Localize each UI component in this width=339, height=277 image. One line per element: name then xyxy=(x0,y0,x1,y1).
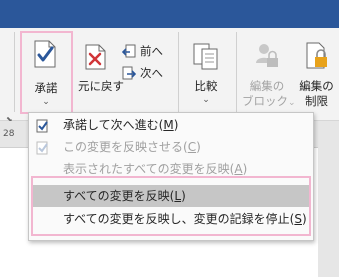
next-change-button[interactable]: 次へ xyxy=(120,66,168,84)
ruler-mark: 28 xyxy=(3,129,15,139)
block-authors-button: 編集の ブロック⌄ xyxy=(242,33,296,113)
title-bar xyxy=(0,0,339,28)
reject-button[interactable]: 元に戻す xyxy=(78,33,124,113)
restrict-editing-button[interactable]: 編集の 制限 xyxy=(294,33,339,113)
document-margin xyxy=(318,121,339,277)
compare-button[interactable]: 比較 ⌄ xyxy=(186,33,226,113)
group-separator xyxy=(178,32,179,112)
block-authors-icon xyxy=(254,41,280,71)
reject-icon xyxy=(84,43,108,71)
previous-change-button[interactable]: 前へ xyxy=(120,44,168,62)
reject-label: 元に戻す xyxy=(78,79,124,93)
compare-icon xyxy=(193,43,219,71)
accept-next-icon xyxy=(36,118,50,133)
group-separator xyxy=(14,32,15,112)
menu-item-accept-and-move-next[interactable]: 承諾して次へ進む(M) xyxy=(29,114,313,136)
menu-item-accept-this-change: この変更を反映させる(C) xyxy=(29,136,313,158)
accept-dropdown-menu: 承諾して次へ進む(M) この変更を反映させる(C) 表示されたすべての変更を反映… xyxy=(28,112,314,241)
accept-change-icon xyxy=(36,140,50,155)
chevron-down-icon: ⌄ xyxy=(202,95,210,105)
restrict-editing-label-line1: 編集の xyxy=(299,79,334,93)
next-label: 次へ xyxy=(140,66,163,80)
group-separator xyxy=(236,32,237,112)
menu-item-label: 承諾して次へ進む(M) xyxy=(63,118,179,132)
menu-highlight-box xyxy=(31,176,311,236)
block-authors-label-line1: 編集の xyxy=(249,79,285,93)
block-authors-label-line2: ブロック⌄ xyxy=(242,94,296,108)
restrict-editing-label-line2: 制限 xyxy=(305,94,328,108)
restrict-editing-icon xyxy=(304,41,330,71)
previous-icon xyxy=(121,44,136,60)
previous-label: 前へ xyxy=(140,44,163,58)
compare-label: 比較 xyxy=(194,79,218,93)
review-ribbon: ⬊ 承諾 ⌄ 元に戻す 前へ 次へ 比較 ⌄ 編集の ブロック⌄ 編集の 制限 xyxy=(0,28,339,124)
next-icon xyxy=(122,66,137,82)
menu-item-label: この変更を反映させる(C) xyxy=(63,140,201,154)
accept-highlight-box xyxy=(20,31,73,114)
